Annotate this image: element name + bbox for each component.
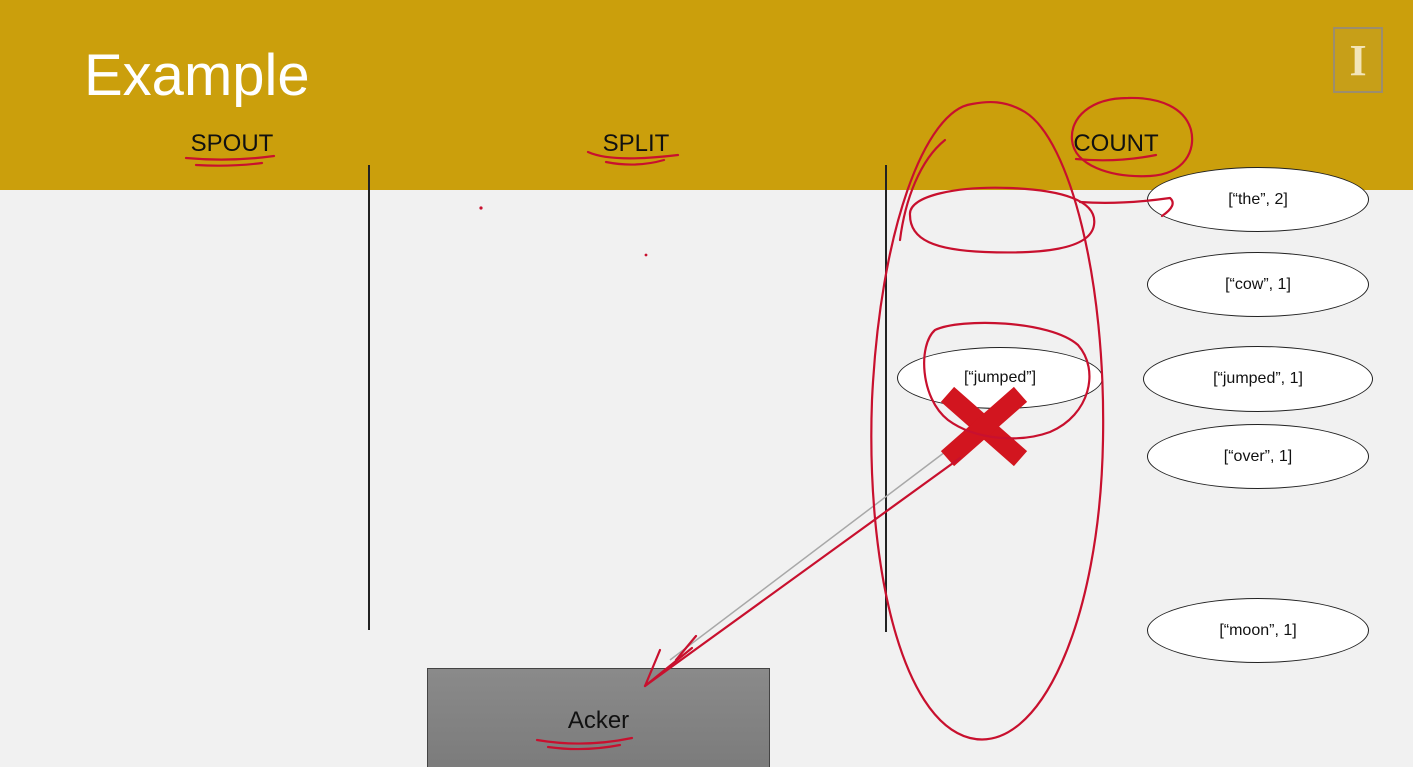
oval-count-column <box>870 100 1105 741</box>
fail-ack-arrowhead-2 <box>674 634 698 662</box>
divider-split-count <box>885 165 887 632</box>
column-label-split: SPLIT <box>602 130 670 157</box>
university-logo-icon: I <box>1333 27 1383 93</box>
acker-label: Acker <box>567 707 630 734</box>
acker-box: Acker <box>427 668 770 767</box>
tuple-count-over: [“over”, 1] <box>1147 424 1369 489</box>
column-label-spout: SPOUT <box>190 130 274 157</box>
divider-spout-split <box>368 165 370 630</box>
tuple-count-jumped: [“jumped”, 1] <box>1143 346 1373 412</box>
tuple-count-moon: [“moon”, 1] <box>1147 598 1369 663</box>
tuple-count-cow: [“cow”, 1] <box>1147 252 1369 317</box>
fail-ack-line <box>643 456 962 688</box>
column-label-count: COUNT <box>1073 130 1159 157</box>
ack-connector-line <box>669 451 946 661</box>
slide-title: Example <box>84 43 310 108</box>
logo-glyph: I <box>1349 35 1367 85</box>
slide: Example I SPOUT SPLIT COUNT [“jumped”] [… <box>0 0 1413 767</box>
tuple-count-the: [“the”, 2] <box>1147 167 1369 232</box>
ink-dot <box>479 206 483 210</box>
tuple-split-jumped: [“jumped”] <box>897 347 1103 409</box>
ink-dot <box>644 253 648 257</box>
oval-empty-slot <box>908 186 1096 254</box>
